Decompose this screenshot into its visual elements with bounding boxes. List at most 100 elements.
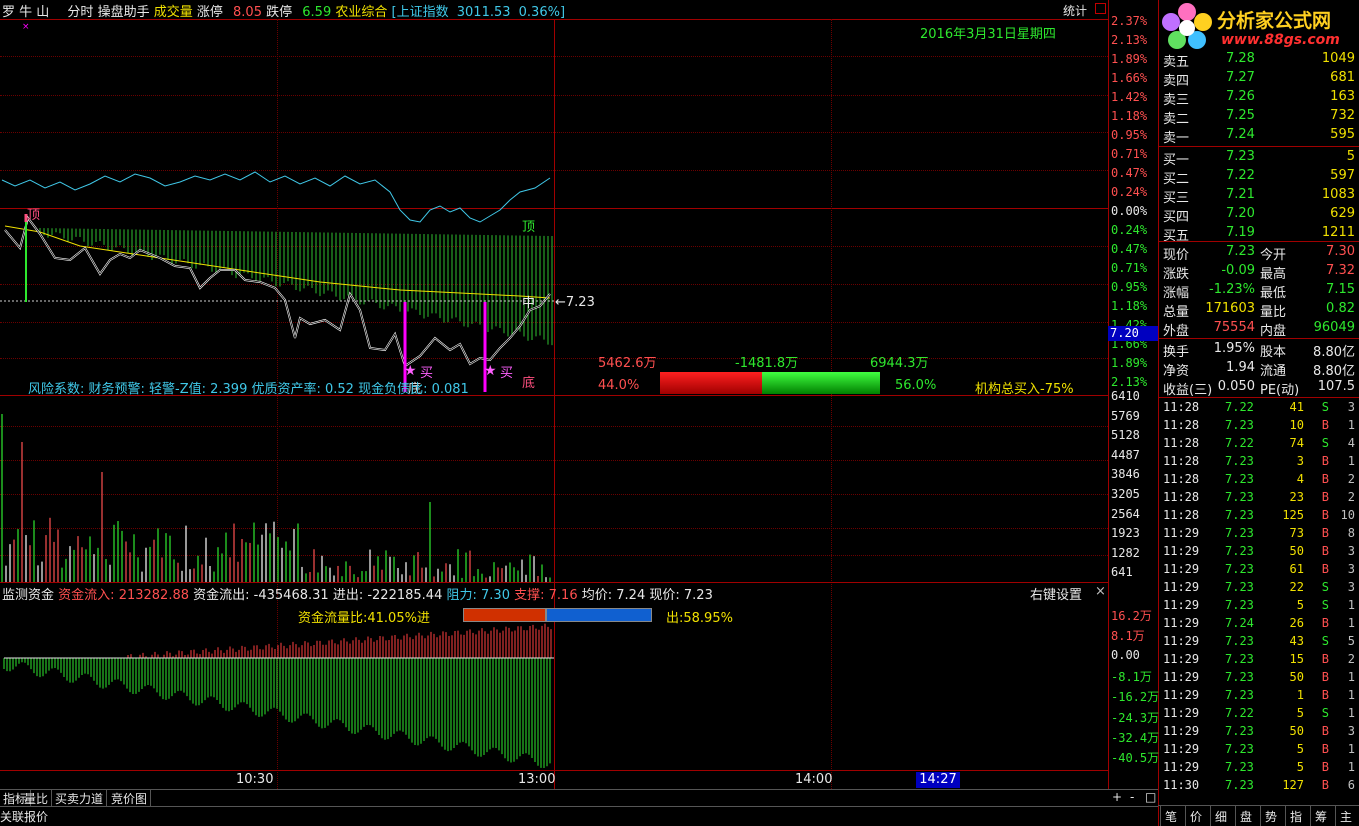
ask-row[interactable]: 卖五 7.28 1049 [1160, 50, 1359, 70]
tick-row: 11:29 7.23 73 B 8 [1160, 525, 1359, 543]
mode-label[interactable]: 分时 [67, 5, 93, 20]
close-icon[interactable]: × [1095, 584, 1106, 599]
volume-axis-label: 3846 [1111, 467, 1140, 482]
tick-direction: S [1321, 706, 1329, 720]
avg-label: 均价: [581, 588, 613, 603]
quote-label: 总量 [1163, 305, 1190, 320]
bid-row[interactable]: 买四 7.20 629 [1160, 205, 1359, 225]
support-label: 支撑: [514, 588, 545, 603]
ask-row[interactable]: 卖三 7.26 163 [1160, 88, 1359, 108]
ask-row[interactable]: 卖二 7.25 732 [1160, 107, 1359, 127]
bid-row[interactable]: 买一 7.23 5 [1160, 148, 1359, 168]
tick-direction: B [1321, 742, 1329, 756]
right-tab-3[interactable]: 盘 [1235, 806, 1256, 826]
ob-volume: 597 [1330, 168, 1355, 183]
related-quote-tab[interactable]: 关联报价 [0, 808, 48, 825]
tick-volume: 127 [1282, 778, 1304, 792]
inflow-value: 213282.88 [118, 588, 189, 603]
quote-value: -0.09 [1221, 263, 1255, 278]
grid-vline [831, 19, 832, 789]
quote-label: 收益(三) [1163, 383, 1213, 398]
ask-row[interactable]: 卖一 7.24 595 [1160, 126, 1359, 146]
limit-down-value: 6.59 [302, 5, 332, 20]
quote-value: 75554 [1213, 320, 1255, 335]
tick-direction: B [1321, 472, 1329, 486]
stats-button[interactable]: 统计 [1063, 2, 1087, 19]
tick-price: 7.23 [1225, 742, 1254, 756]
bid-row[interactable]: 买三 7.21 1083 [1160, 186, 1359, 206]
tick-time: 11:29 [1163, 580, 1200, 594]
fund-flow-chart [3, 623, 554, 769]
flow-right-pct: 56.0% [895, 378, 937, 393]
right-tab-4[interactable]: 势 [1260, 806, 1281, 826]
tick-price: 7.23 [1225, 598, 1254, 612]
quote-value: 0.82 [1326, 301, 1355, 316]
bottom-label-2: 底 [522, 376, 536, 391]
tick-volume: 43 [1289, 634, 1304, 648]
zoom-in-button[interactable]: + [1112, 790, 1122, 804]
tick-row: 11:28 7.23 23 B 2 [1160, 489, 1359, 507]
tick-count: 1 [1347, 742, 1355, 756]
ob-label: 买三 [1163, 191, 1190, 206]
orderbook-divider [1158, 146, 1359, 147]
right-click-settings[interactable]: 右键设置 [1030, 584, 1082, 603]
ob-price: 7.21 [1226, 187, 1255, 202]
tick-price: 7.23 [1225, 526, 1254, 540]
tick-row: 11:28 7.23 3 B 1 [1160, 453, 1359, 471]
volume-axis-label: 1923 [1111, 526, 1140, 541]
ask-row[interactable]: 卖四 7.27 681 [1160, 69, 1359, 89]
volume-axis-label: 6410 [1111, 389, 1140, 403]
bid-row[interactable]: 买二 7.22 597 [1160, 167, 1359, 187]
window-restore-icon[interactable] [1095, 3, 1106, 14]
right-tab-5[interactable]: 指 [1285, 806, 1306, 826]
tick-direction: S [1321, 400, 1329, 414]
tick-time: 11:28 [1163, 436, 1200, 450]
assistant-label[interactable]: 操盘助手 [98, 5, 150, 20]
price-axis-label: 2.37% [1111, 14, 1148, 28]
maximize-button[interactable]: □ [1145, 790, 1156, 804]
tick-direction: S [1321, 598, 1329, 612]
zoom-out-button[interactable]: - [1130, 790, 1134, 804]
tick-time: 11:28 [1163, 490, 1200, 504]
index-label[interactable]: [上证指数 [392, 5, 449, 20]
tick-direction: B [1321, 454, 1329, 468]
ob-label: 买二 [1163, 172, 1190, 187]
tick-price: 7.24 [1225, 616, 1254, 630]
tick-price: 7.23 [1225, 688, 1254, 702]
right-tab-0[interactable]: 笔 [1160, 806, 1181, 826]
tick-price: 7.23 [1225, 724, 1254, 738]
right-tab-7[interactable]: 主 [1335, 806, 1356, 826]
index-change: 0.36%] [518, 5, 566, 20]
buy-label-2: 买 [500, 366, 514, 381]
ob-price: 7.19 [1226, 225, 1255, 240]
quote-value: 96049 [1313, 320, 1355, 335]
ob-label: 卖三 [1163, 93, 1190, 108]
buy-star-1: ★ [404, 363, 417, 379]
right-tab-2[interactable]: 细 [1210, 806, 1231, 826]
tick-time: 11:28 [1163, 508, 1200, 522]
sector-label[interactable]: 农业综合 [335, 5, 387, 20]
tick-count: 10 [1340, 508, 1355, 522]
tab-volume-ratio[interactable]: 量比 [21, 789, 53, 807]
right-tab-6[interactable]: 筹 [1310, 806, 1331, 826]
fund-axis-label: 8.1万 [1111, 629, 1145, 644]
flow-bar-red [660, 372, 762, 394]
tick-direction: B [1321, 616, 1329, 630]
ob-volume: 1211 [1321, 225, 1355, 240]
tab-buy-sell-force[interactable]: 买卖力道 [52, 789, 108, 807]
price-axis-label: 0.95% [1111, 128, 1148, 142]
tick-time: 11:28 [1163, 400, 1200, 414]
tab-auction[interactable]: 竞价图 [108, 789, 152, 807]
time-label-1400: 14:00 [795, 772, 833, 787]
tick-row: 11:29 7.24 26 B 1 [1160, 615, 1359, 633]
tick-direction: B [1321, 688, 1329, 702]
logo-url: www.88gs.com [1221, 32, 1340, 48]
quote-row: 涨跌 -0.09 最高 7.32 [1160, 262, 1359, 282]
net-value: -222185.44 [367, 588, 443, 603]
fund-axis-label: -16.2万 [1111, 690, 1160, 705]
ob-price: 7.27 [1226, 70, 1255, 85]
right-tab-1[interactable]: 价 [1185, 806, 1206, 826]
quote-value: -1.23% [1209, 282, 1255, 297]
tick-row: 11:29 7.23 50 B 1 [1160, 669, 1359, 687]
price-axis-label: 1.18% [1111, 109, 1148, 123]
